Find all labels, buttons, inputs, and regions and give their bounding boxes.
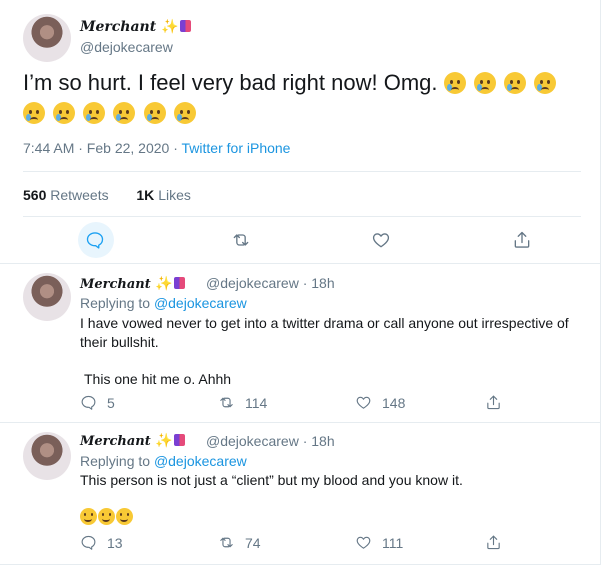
avatar[interactable] — [23, 273, 71, 321]
retweet-icon — [220, 397, 233, 408]
smile-emoji — [80, 508, 97, 525]
share-button[interactable] — [485, 534, 512, 551]
reply-tweet[interactable]: Merchant ✨ @dejokecarew · 18h Replying t… — [0, 264, 600, 423]
sad-tear-emoji — [473, 72, 496, 94]
avatar[interactable] — [23, 14, 71, 62]
author-name-text: Merchant — [80, 19, 157, 35]
retweet-button[interactable] — [231, 230, 251, 250]
like-button[interactable] — [371, 230, 391, 250]
tweet-time[interactable]: 7:44 AM · Feb 22, 2020 — [23, 140, 169, 156]
share-icon — [514, 231, 530, 248]
reply-text-line: This person is not just a “client” but m… — [80, 472, 463, 488]
divider — [23, 216, 581, 217]
shopping-bags-icon — [173, 434, 185, 446]
retweet-icon — [233, 234, 249, 246]
likes-label: Likes — [158, 187, 191, 203]
tweet-stats: 560 Retweets 1K Likes — [23, 187, 191, 203]
reply-icon — [86, 232, 104, 249]
retweets-count: 560 — [23, 187, 47, 203]
retweets-label: Retweets — [50, 187, 109, 203]
heart-icon — [356, 536, 371, 549]
share-button[interactable] — [512, 230, 532, 250]
replying-to: Replying to @dejokecarew — [80, 453, 247, 469]
reply-text-line: their bullshit. — [80, 334, 159, 350]
shopping-bags-icon — [173, 277, 185, 289]
smile-emoji — [98, 508, 115, 525]
author-name-text: Merchant — [80, 277, 151, 292]
sad-tear-emoji — [503, 72, 526, 94]
author-handle[interactable]: @dejokecarew — [80, 39, 173, 55]
author-handle-time[interactable]: @dejokecarew · 18h — [206, 275, 335, 291]
replying-label: Replying to — [80, 453, 151, 469]
divider — [23, 171, 581, 172]
replying-to-link[interactable]: @dejokecarew — [154, 295, 247, 311]
retweet-button[interactable]: 74 — [218, 534, 261, 551]
likes-count: 1K — [136, 187, 155, 203]
like-button[interactable]: 111 — [355, 534, 403, 551]
author-name[interactable]: Merchant ✨ — [80, 433, 185, 449]
share-button[interactable] — [485, 394, 512, 411]
reply-text: This person is not just a “client” but m… — [80, 471, 585, 527]
reply-icon — [81, 395, 96, 410]
author-name-text: Merchant — [80, 434, 151, 449]
tweet-text: I’m so hurt. I feel very bad right now! … — [23, 68, 583, 128]
share-icon — [487, 535, 500, 550]
like-count: 111 — [382, 534, 404, 551]
tweet-timestamp[interactable]: 7:44 AM · Feb 22, 2020 · Twitter for iPh… — [23, 140, 290, 156]
replying-label: Replying to — [80, 295, 151, 311]
reply-button[interactable] — [85, 230, 105, 250]
reply-actions: 13 74 111 — [80, 534, 530, 554]
sad-tear-emoji — [443, 72, 466, 94]
retweets-stat[interactable]: 560 Retweets — [23, 187, 109, 203]
like-count: 148 — [382, 394, 406, 411]
likes-stat[interactable]: 1K Likes — [136, 187, 190, 203]
author-name[interactable]: Merchant ✨ — [80, 276, 185, 292]
smile-emoji — [116, 508, 133, 525]
reply-button[interactable]: 5 — [80, 394, 115, 411]
reply-count: 5 — [107, 394, 115, 411]
tweet-source-link[interactable]: Twitter for iPhone — [182, 140, 291, 156]
like-button[interactable]: 148 — [355, 394, 405, 411]
sad-tear-emoji — [113, 102, 136, 124]
retweet-icon — [220, 537, 233, 548]
retweet-count: 74 — [245, 534, 261, 551]
timestamp-separator: · — [169, 140, 182, 156]
tweet-thread: Merchant ✨ @dejokecarew I’m so hurt. I f… — [0, 0, 601, 565]
reply-tweet[interactable]: Merchant ✨ @dejokecarew · 18h Replying t… — [0, 423, 600, 565]
main-tweet: Merchant ✨ @dejokecarew I’m so hurt. I f… — [0, 0, 600, 264]
replying-to-link[interactable]: @dejokecarew — [154, 453, 247, 469]
retweet-button[interactable]: 114 — [218, 394, 267, 411]
sad-tear-emoji — [173, 102, 196, 124]
replying-to: Replying to @dejokecarew — [80, 295, 247, 311]
retweet-count: 114 — [245, 394, 268, 411]
reply-emojis — [80, 508, 585, 527]
sad-tear-emoji — [83, 102, 106, 124]
sad-tear-emoji — [53, 102, 76, 124]
heart-icon — [356, 396, 371, 409]
reply-text-line: I have vowed never to get into a twitter… — [80, 315, 569, 331]
share-icon — [487, 395, 500, 410]
reply-button[interactable]: 13 — [80, 534, 123, 551]
reply-text-line: This one hit me o. Ahhh — [84, 371, 232, 387]
shopping-bags-icon — [179, 20, 191, 32]
reply-count: 13 — [107, 534, 123, 551]
reply-text: I have vowed never to get into a twitter… — [80, 314, 585, 389]
sparkles-icon: ✨ — [155, 276, 173, 292]
author-handle-time[interactable]: @dejokecarew · 18h — [206, 433, 335, 449]
tweet-text-content: I’m so hurt. I feel very bad right now! … — [23, 70, 438, 95]
heart-icon — [372, 233, 390, 248]
reply-icon — [81, 535, 96, 550]
sad-tear-emoji — [143, 102, 166, 124]
reply-actions: 5 114 148 — [80, 394, 530, 414]
avatar[interactable] — [23, 432, 71, 480]
sad-tear-emoji — [23, 102, 45, 124]
sad-tear-emoji — [534, 72, 556, 94]
sparkles-icon: ✨ — [155, 433, 173, 449]
author-name[interactable]: Merchant ✨ — [80, 19, 191, 35]
sparkles-icon: ✨ — [161, 19, 179, 35]
